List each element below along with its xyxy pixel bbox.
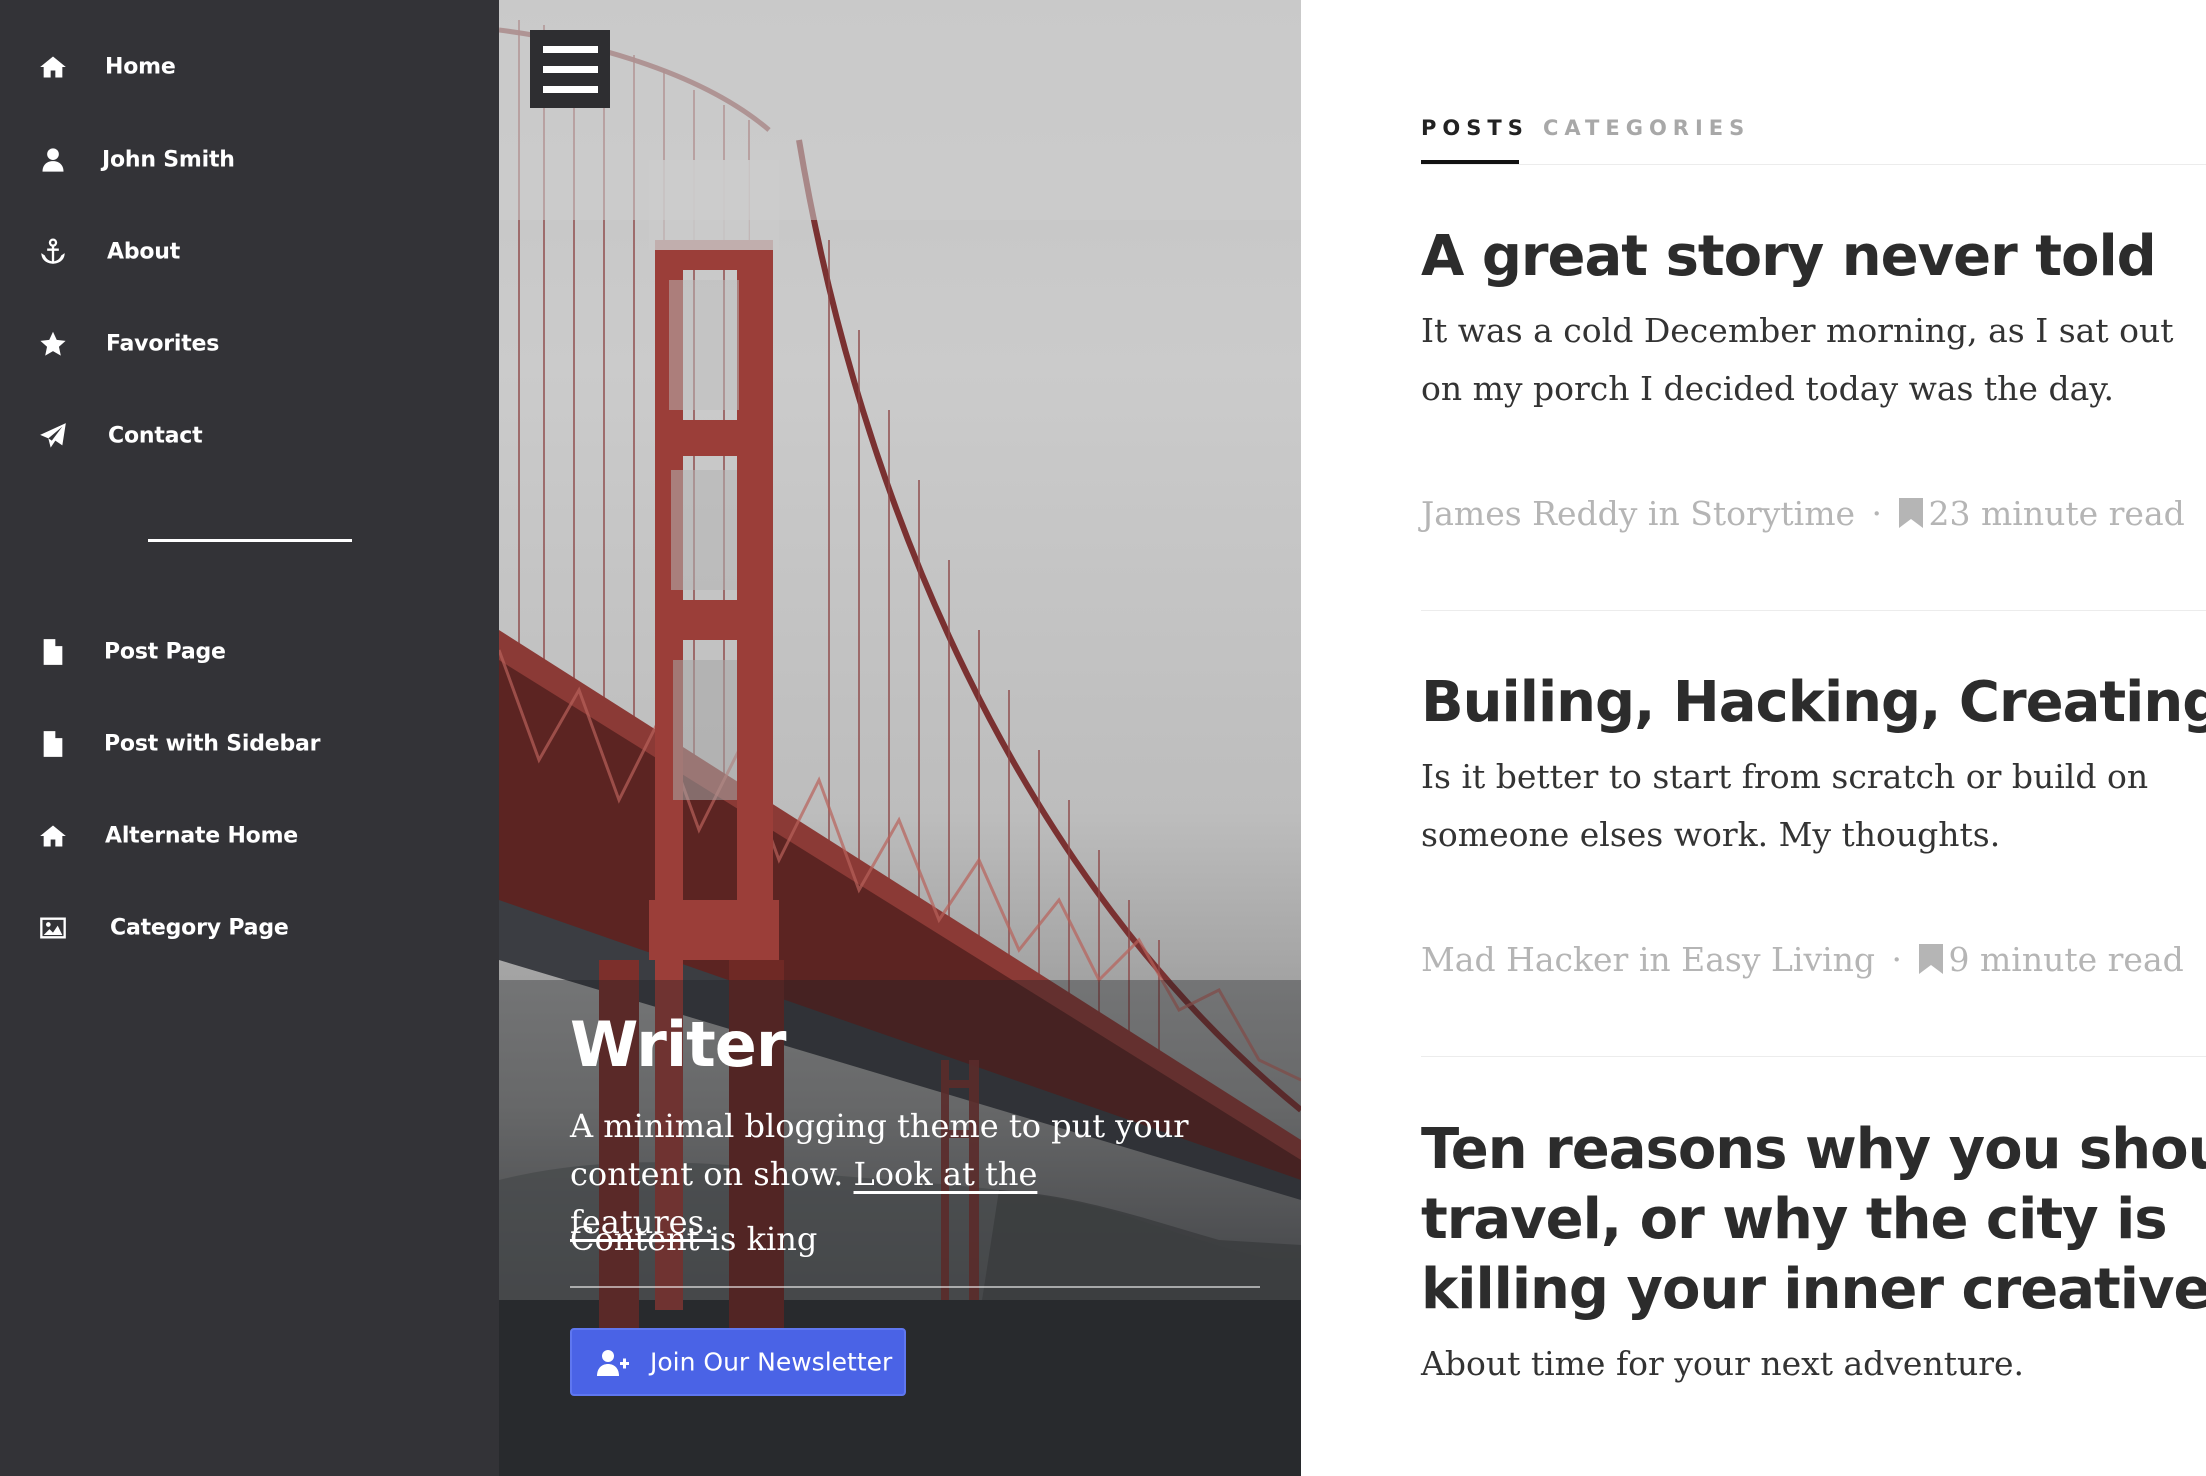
sidebar-item-post-with-sidebar[interactable]: Post with Sidebar [0, 709, 499, 779]
post-title[interactable]: Ten reasons why you should travel, or wh… [1421, 1115, 2206, 1325]
tab-posts[interactable]: POSTS [1421, 116, 1529, 140]
post-read-time: 23 minute read [1928, 494, 2185, 533]
post-meta: Mad Hacker in Easy Living · 9 minute rea… [1421, 940, 2184, 979]
anchor-icon [38, 237, 68, 267]
sidebar-item-contact[interactable]: Contact [0, 401, 499, 471]
meta-separator: · [1871, 494, 1883, 533]
hamburger-icon [543, 86, 598, 93]
paper-plane-icon [38, 421, 68, 451]
post-read-time: 9 minute read [1948, 940, 2184, 979]
post-author-link[interactable]: James Reddy [1421, 494, 1637, 533]
content-tabs: POSTS CATEGORIES [1421, 112, 2206, 165]
sidebar-item-alternate-home[interactable]: Alternate Home [0, 801, 499, 871]
sidebar-item-john-smith[interactable]: John Smith [0, 125, 499, 195]
sidebar-item-label: John Smith [102, 147, 235, 173]
sidebar-item-label: Post Page [104, 639, 226, 665]
sidebar-item-label: Contact [108, 423, 203, 449]
post-card: Ten reasons why you should travel, or wh… [1421, 1115, 2206, 1393]
meta-separator: · [1891, 940, 1903, 979]
sidebar-item-category-page[interactable]: Category Page [0, 893, 499, 963]
post-card: Builing, Hacking, Creating Is it better … [1421, 668, 2206, 1057]
user-plus-icon [596, 1348, 630, 1378]
sidebar-item-favorites[interactable]: Favorites [0, 309, 499, 379]
post-excerpt: It was a cold December morning, as I sat… [1421, 311, 2174, 408]
hamburger-icon [543, 66, 598, 73]
posts-panel: POSTS CATEGORIES A great story never tol… [1301, 0, 2206, 1476]
post-divider [1421, 610, 2206, 611]
post-divider [1421, 1056, 2206, 1057]
sidebar-item-label: About [107, 239, 181, 265]
post-card: A great story never told It was a cold D… [1421, 222, 2206, 611]
join-newsletter-label: Join Our Newsletter [650, 1347, 893, 1377]
post-category-link[interactable]: Easy Living [1681, 940, 1875, 979]
hero-divider [570, 1286, 1260, 1288]
star-icon [38, 329, 68, 359]
post-meta: James Reddy in Storytime · 23 minute rea… [1421, 494, 2185, 533]
post-title[interactable]: Builing, Hacking, Creating [1421, 668, 2206, 738]
post-title-line: killing your inner creative [1421, 1257, 2206, 1322]
sidebar-nav: Home John Smith About Favorites Contact … [0, 0, 499, 1476]
post-excerpt: About time for your next adventure. [1421, 1344, 2025, 1383]
file-icon [38, 729, 68, 759]
sidebar-item-label: Home [105, 54, 176, 80]
post-title[interactable]: A great story never told [1421, 222, 2206, 292]
home-icon [38, 52, 68, 82]
user-icon [38, 145, 68, 175]
sidebar-divider [148, 539, 352, 542]
tab-categories[interactable]: CATEGORIES [1543, 116, 1750, 140]
sidebar-item-label: Alternate Home [105, 823, 299, 849]
home-icon [38, 821, 68, 851]
active-tab-indicator [1421, 160, 1519, 164]
sidebar-item-label: Category Page [110, 915, 289, 941]
post-meta-in: in [1638, 940, 1671, 979]
sidebar-item-label: Favorites [106, 331, 220, 357]
sidebar-item-home[interactable]: Home [0, 32, 499, 102]
menu-toggle-button[interactable] [530, 30, 610, 108]
site-tagline: Content is king [570, 1220, 818, 1258]
sidebar-item-about[interactable]: About [0, 217, 499, 287]
site-title: Writer [570, 1008, 786, 1081]
bookmark-icon [1918, 943, 1943, 974]
post-title-line: Ten reasons why you should [1421, 1117, 2206, 1182]
join-newsletter-button[interactable]: Join Our Newsletter [570, 1328, 906, 1396]
post-excerpt: Is it better to start from scratch or bu… [1421, 757, 2149, 854]
post-meta-in: in [1647, 494, 1680, 533]
sidebar-item-post-page[interactable]: Post Page [0, 617, 499, 687]
image-icon [38, 913, 68, 943]
sidebar-item-label: Post with Sidebar [104, 731, 321, 757]
post-category-link[interactable]: Storytime [1690, 494, 1855, 533]
post-title-line: travel, or why the city is [1421, 1187, 2168, 1252]
file-icon [38, 637, 68, 667]
bookmark-icon [1898, 497, 1923, 528]
hamburger-icon [543, 46, 598, 53]
post-author-link[interactable]: Mad Hacker [1421, 940, 1628, 979]
